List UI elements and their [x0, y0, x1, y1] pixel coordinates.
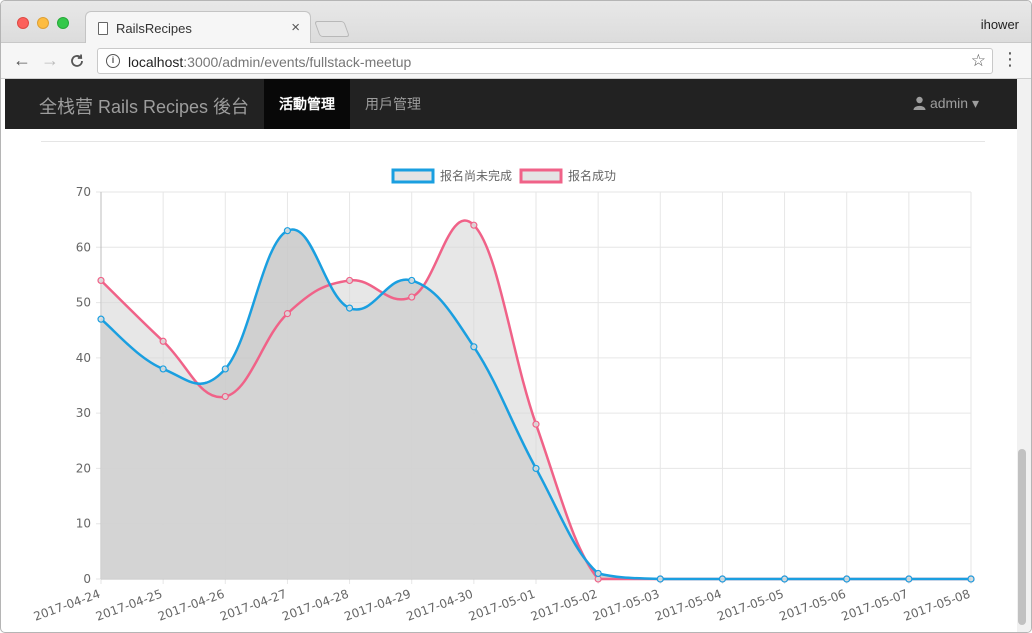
nav-item-users[interactable]: 用戶管理 — [350, 79, 436, 129]
browser-window: RailsRecipes × ihower ← → i localhost:30… — [0, 0, 1032, 633]
data-point-0 — [345, 304, 354, 312]
legend-label: 报名尚未完成 — [440, 168, 512, 183]
x-tick-label: 2017-05-05 — [715, 587, 785, 624]
content-divider — [41, 141, 985, 142]
data-point-1 — [97, 276, 105, 285]
admin-label: admin — [929, 95, 969, 111]
url-text[interactable]: localhost:3000/admin/events/fullstack-me… — [128, 54, 411, 70]
browser-tab[interactable]: RailsRecipes × — [85, 11, 311, 44]
x-tick-label: 2017-04-29 — [342, 587, 412, 624]
x-tick-label: 2017-04-26 — [156, 587, 226, 624]
legend-swatch — [519, 168, 563, 184]
x-tick-label: 2017-05-08 — [902, 587, 972, 624]
bookmark-star-icon[interactable]: ☆ — [971, 51, 986, 71]
x-tick-label: 2017-04-30 — [405, 587, 475, 624]
y-tick-label: 30 — [76, 406, 91, 420]
data-point-1 — [345, 276, 354, 285]
data-point-0 — [159, 365, 167, 373]
data-point-0 — [532, 464, 540, 473]
x-tick-label: 2017-04-25 — [94, 587, 164, 624]
x-tick-label: 2017-05-03 — [591, 587, 661, 624]
data-point-0 — [594, 569, 602, 578]
y-tick-label: 60 — [76, 240, 91, 254]
data-point-1 — [532, 420, 540, 428]
tab-title: RailsRecipes — [116, 21, 192, 36]
browser-menu-icon[interactable]: ⋮ — [1001, 49, 1019, 70]
data-point-0 — [780, 575, 789, 583]
url-host: localhost — [128, 54, 184, 70]
new-tab-button[interactable] — [314, 21, 350, 37]
legend-swatch — [391, 168, 435, 184]
document-icon — [98, 22, 108, 35]
data-point-0 — [283, 227, 292, 235]
scrollbar-thumb[interactable] — [1018, 449, 1026, 625]
x-tick-label: 2017-04-27 — [218, 587, 288, 624]
y-tick-label: 40 — [76, 351, 91, 365]
minimize-window-button[interactable] — [37, 17, 49, 29]
legend-label: 报名成功 — [568, 168, 616, 183]
profile-name[interactable]: ihower — [981, 17, 1019, 32]
reload-icon[interactable] — [69, 50, 85, 74]
data-point-0 — [656, 575, 664, 583]
url-path: :3000/admin/events/fullstack-meetup — [183, 54, 412, 70]
caret-down-icon: ▾ — [971, 95, 979, 111]
app-navbar: 全栈营 Rails Recipes 後台 活動管理 用戶管理 admin ▾ — [5, 79, 1017, 129]
title-bar: RailsRecipes × ihower — [1, 1, 1031, 44]
address-toolbar: ← → i localhost:3000/admin/events/fullst… — [1, 43, 1031, 79]
data-point-0 — [967, 575, 975, 583]
admin-dropdown[interactable]: admin ▾ — [913, 95, 979, 112]
x-tick-label: 2017-05-01 — [467, 587, 537, 624]
back-arrow-icon[interactable]: ← — [13, 50, 31, 71]
y-tick-label: 20 — [76, 461, 91, 475]
y-tick-label: 50 — [76, 296, 91, 310]
y-tick-label: 0 — [83, 572, 91, 586]
tab-close-icon[interactable]: × — [291, 19, 300, 36]
x-tick-label: 2017-05-02 — [529, 587, 599, 624]
forward-arrow-icon[interactable]: → — [41, 50, 59, 71]
data-point-0 — [905, 575, 913, 583]
data-point-1 — [283, 310, 292, 318]
x-tick-label: 2017-05-07 — [840, 587, 910, 624]
address-bar[interactable]: i localhost:3000/admin/events/fullstack-… — [97, 48, 993, 74]
data-point-1 — [159, 337, 167, 345]
x-tick-label: 2017-04-24 — [32, 587, 102, 624]
info-icon[interactable]: i — [106, 54, 120, 68]
data-point-0 — [221, 365, 229, 373]
maximize-window-button[interactable] — [57, 17, 69, 29]
x-tick-label: 2017-05-04 — [653, 587, 723, 624]
data-point-0 — [843, 575, 851, 583]
data-point-1 — [470, 221, 478, 229]
data-point-0 — [470, 343, 478, 351]
x-tick-label: 2017-04-28 — [280, 587, 350, 624]
data-point-0 — [408, 276, 416, 285]
line-chart: 0102030405060702017-04-242017-04-252017-… — [32, 168, 975, 624]
data-point-0 — [97, 315, 105, 323]
data-point-1 — [221, 392, 229, 401]
y-tick-label: 10 — [76, 517, 91, 531]
user-icon — [913, 96, 926, 110]
data-point-0 — [718, 575, 727, 583]
y-tick-label: 70 — [76, 185, 91, 199]
close-window-button[interactable] — [17, 17, 29, 29]
data-point-1 — [408, 293, 416, 301]
x-tick-label: 2017-05-06 — [777, 587, 847, 624]
brand-title[interactable]: 全栈营 Rails Recipes 後台 — [39, 93, 249, 119]
nav-item-events[interactable]: 活動管理 — [264, 79, 350, 129]
